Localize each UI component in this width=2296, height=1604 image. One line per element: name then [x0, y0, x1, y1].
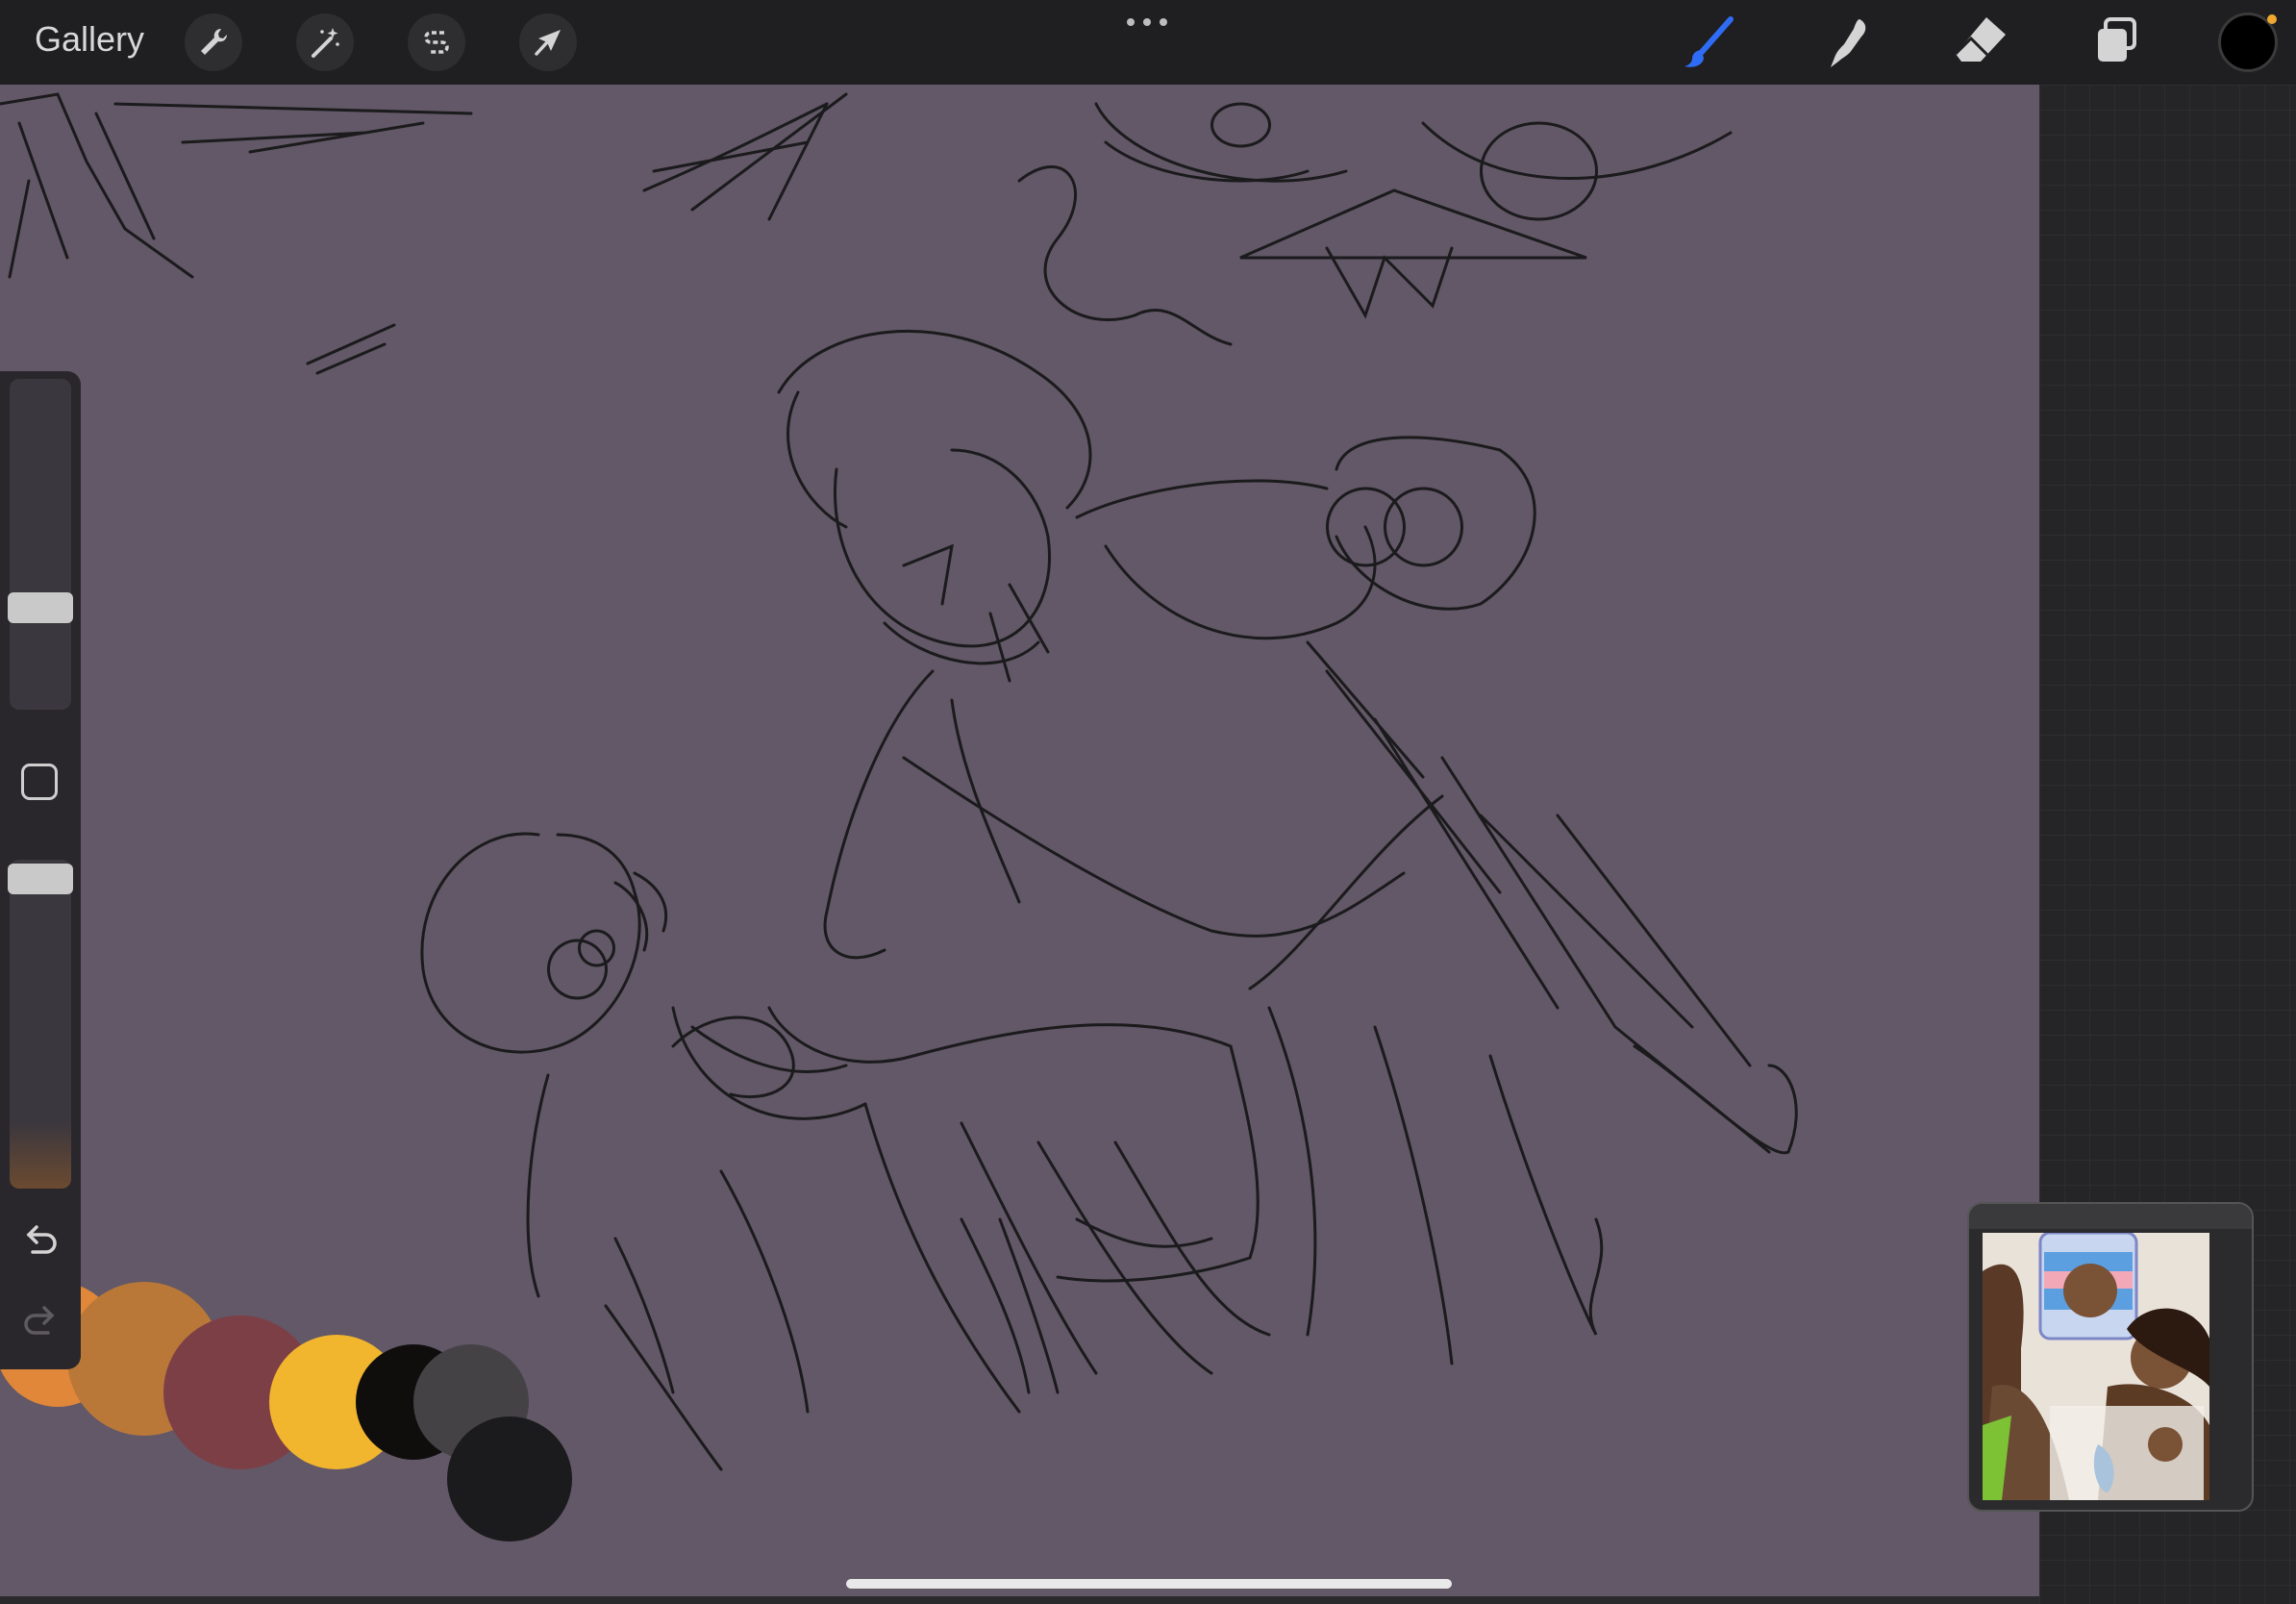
- opacity-slider[interactable]: [10, 860, 71, 1189]
- reference-window[interactable]: [1967, 1202, 2254, 1512]
- top-toolbar: Gallery: [0, 0, 2296, 85]
- reference-window-toolbar: [1969, 1204, 2252, 1229]
- color-indicator-dot: [2267, 14, 2277, 24]
- gallery-button[interactable]: Gallery: [35, 19, 144, 60]
- actions-button[interactable]: [185, 13, 242, 71]
- redo-icon[interactable]: [19, 1298, 62, 1341]
- drawing-canvas[interactable]: [0, 85, 2039, 1596]
- selection-button[interactable]: [408, 13, 465, 71]
- reference-illustration: [1983, 1233, 2209, 1500]
- palette-swatch: [447, 1416, 572, 1541]
- reference-image: [1983, 1233, 2209, 1500]
- layers-icon[interactable]: [2084, 13, 2146, 71]
- color-palette-blobs: [0, 1282, 572, 1541]
- home-indicator: [846, 1579, 1452, 1589]
- brush-size-thumb[interactable]: [8, 592, 73, 623]
- eraser-icon[interactable]: [1950, 13, 2011, 71]
- adjustments-button[interactable]: [296, 13, 354, 71]
- transform-button[interactable]: [519, 13, 577, 71]
- arrow-cursor-icon: [535, 30, 561, 56]
- more-dots-icon[interactable]: [1125, 15, 1169, 29]
- selection-s-icon: [424, 31, 449, 54]
- side-toolbar: [0, 371, 81, 1369]
- undo-icon[interactable]: [19, 1217, 62, 1260]
- bottom-edge: [0, 1596, 2039, 1604]
- brush-size-slider[interactable]: [10, 379, 71, 710]
- modify-button[interactable]: [21, 764, 58, 800]
- opacity-thumb[interactable]: [8, 864, 73, 894]
- magic-wand-icon: [312, 28, 339, 58]
- smudge-icon[interactable]: [1815, 13, 1877, 71]
- brush-icon[interactable]: [1681, 13, 1742, 71]
- wrench-icon: [201, 28, 228, 55]
